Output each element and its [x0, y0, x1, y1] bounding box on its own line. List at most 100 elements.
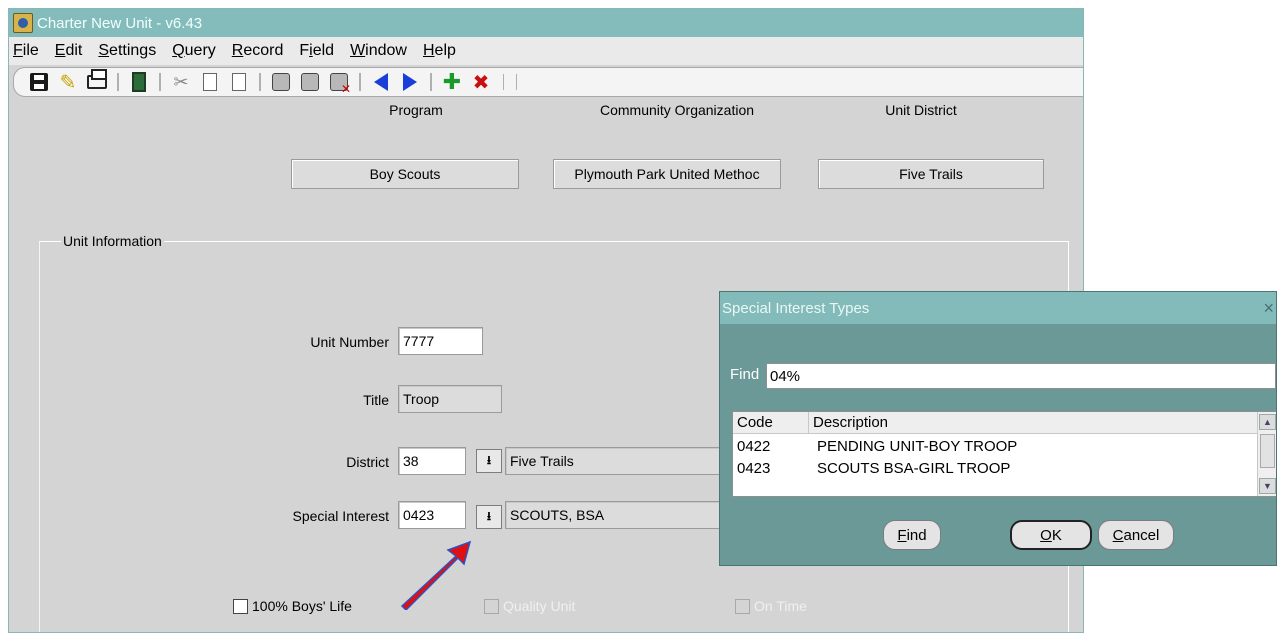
- cancel-query-icon: [330, 73, 351, 96]
- district-label: District: [346, 454, 389, 470]
- enter-query-icon: [272, 73, 290, 91]
- menu-query[interactable]: Query: [172, 42, 216, 60]
- program-field[interactable]: Boy Scouts: [291, 159, 519, 189]
- checkbox-box: [484, 598, 499, 614]
- menu-bar: File Edit Settings Query Record Field Wi…: [9, 37, 1083, 65]
- next-record-button[interactable]: [397, 70, 423, 94]
- unit-number-input[interactable]: 7777: [398, 327, 483, 355]
- list-scrollbar[interactable]: ▲ ▼: [1257, 412, 1276, 496]
- on-time-checkbox: On Time: [735, 598, 807, 614]
- district-code-input[interactable]: 38: [398, 447, 466, 475]
- column-header-code[interactable]: Code: [733, 412, 809, 433]
- program-label: Program: [389, 102, 443, 118]
- execute-query-button[interactable]: [297, 70, 323, 94]
- title-field[interactable]: Troop: [398, 385, 502, 413]
- unit-number-label: Unit Number: [310, 334, 389, 350]
- toolbar-separator: [117, 73, 119, 91]
- toolbar-separator: [503, 74, 504, 90]
- exit-button[interactable]: [126, 70, 152, 94]
- app-icon: [13, 13, 33, 33]
- cancel-button[interactable]: Cancel: [1098, 520, 1174, 550]
- print-icon: [87, 69, 107, 89]
- unit-information-title: Unit Information: [61, 233, 164, 249]
- toolbar-separator: [359, 73, 361, 91]
- toolbar-separator: [259, 73, 261, 91]
- menu-record[interactable]: Record: [232, 42, 284, 60]
- edit-pencil-icon: ✎: [59, 71, 77, 94]
- district-name-field[interactable]: Five Trails: [505, 447, 725, 475]
- toolbar-separator: [430, 73, 432, 91]
- paste-button[interactable]: [226, 70, 252, 94]
- special-interest-label: Special Interest: [292, 508, 390, 524]
- special-interest-name-field[interactable]: SCOUTS, BSA: [505, 501, 725, 529]
- copy-button[interactable]: [197, 70, 223, 94]
- menu-file[interactable]: File: [13, 42, 39, 60]
- scroll-thumb[interactable]: [1260, 434, 1275, 468]
- down-arrow-icon: ⭳: [486, 452, 492, 467]
- community-organization-field[interactable]: Plymouth Park United Methoc: [553, 159, 781, 189]
- title-label: Title: [363, 392, 389, 408]
- scroll-up-icon[interactable]: ▲: [1259, 414, 1276, 430]
- window-title: Charter New Unit - v6.43: [37, 14, 203, 32]
- menu-help[interactable]: Help: [423, 42, 456, 60]
- community-organization-label: Community Organization: [599, 102, 755, 118]
- menu-settings[interactable]: Settings: [98, 42, 156, 60]
- find-input[interactable]: 04%: [766, 363, 1276, 389]
- menu-edit[interactable]: Edit: [55, 42, 83, 60]
- delete-record-button[interactable]: ✖: [468, 70, 494, 94]
- unit-district-label: Unit District: [885, 102, 957, 118]
- find-label: Find: [730, 366, 760, 383]
- title-bar: Charter New Unit - v6.43: [9, 9, 1083, 37]
- toolbar: ✎ ✂ ✚ ✖: [13, 67, 1083, 97]
- close-icon[interactable]: ×: [1263, 298, 1274, 319]
- next-record-icon: [403, 73, 417, 91]
- cut-button[interactable]: ✂: [168, 70, 194, 94]
- special-interest-types-dialog: Special Interest Types × Find 04% Code D…: [719, 291, 1277, 566]
- delete-record-icon: ✖: [472, 71, 490, 94]
- list-header: Code Description: [733, 412, 1257, 434]
- column-header-description[interactable]: Description: [809, 412, 1257, 433]
- edit-button[interactable]: ✎: [55, 70, 81, 94]
- quality-unit-checkbox: Quality Unit: [484, 598, 575, 614]
- ok-button[interactable]: OK: [1010, 520, 1092, 550]
- print-button[interactable]: [84, 69, 110, 94]
- unit-district-field[interactable]: Five Trails: [818, 159, 1044, 189]
- menu-window[interactable]: Window: [350, 42, 407, 60]
- list-item[interactable]: 0422 PENDING UNIT-BOY TROOP: [733, 436, 1017, 458]
- toolbar-separator: [516, 74, 517, 90]
- annotation-arrow-icon: [400, 540, 472, 610]
- down-arrow-icon: ⭳: [486, 508, 492, 523]
- exit-door-icon: [132, 72, 146, 92]
- boys-life-label: 100% Boys' Life: [252, 598, 352, 614]
- previous-record-button[interactable]: [368, 70, 394, 94]
- paste-icon: [232, 73, 246, 91]
- save-icon: [30, 73, 48, 91]
- list-item[interactable]: 0423 SCOUTS BSA-GIRL TROOP: [733, 458, 1010, 480]
- special-interest-lov-button[interactable]: ⭳: [476, 505, 502, 529]
- find-button[interactable]: Find: [883, 520, 941, 550]
- quality-unit-label: Quality Unit: [503, 598, 576, 614]
- item-description: PENDING UNIT-BOY TROOP: [817, 438, 1018, 455]
- enter-query-button[interactable]: [268, 70, 294, 94]
- previous-record-icon: [374, 73, 388, 91]
- menu-field[interactable]: Field: [299, 42, 334, 60]
- on-time-label: On Time: [754, 598, 807, 614]
- toolbar-separator: [159, 73, 161, 91]
- boys-life-checkbox[interactable]: 100% Boys' Life: [233, 598, 352, 614]
- cancel-query-button[interactable]: [326, 70, 352, 96]
- checkbox-box: [735, 598, 750, 614]
- insert-record-button[interactable]: ✚: [439, 69, 465, 94]
- item-code: 0423: [737, 460, 771, 477]
- copy-icon: [203, 73, 217, 91]
- save-button[interactable]: [26, 70, 52, 94]
- cut-icon: ✂: [173, 71, 189, 92]
- item-code: 0422: [737, 438, 771, 455]
- scroll-down-icon[interactable]: ▼: [1259, 478, 1276, 494]
- dialog-title: Special Interest Types: [722, 299, 870, 317]
- results-list: Code Description 0422 PENDING UNIT-BOY T…: [732, 411, 1276, 497]
- item-description: SCOUTS BSA-GIRL TROOP: [817, 460, 1011, 477]
- special-interest-code-input[interactable]: 0423: [398, 501, 466, 529]
- insert-record-icon: ✚: [442, 69, 462, 94]
- district-lov-button[interactable]: ⭳: [476, 449, 502, 473]
- checkbox-box[interactable]: [233, 598, 248, 614]
